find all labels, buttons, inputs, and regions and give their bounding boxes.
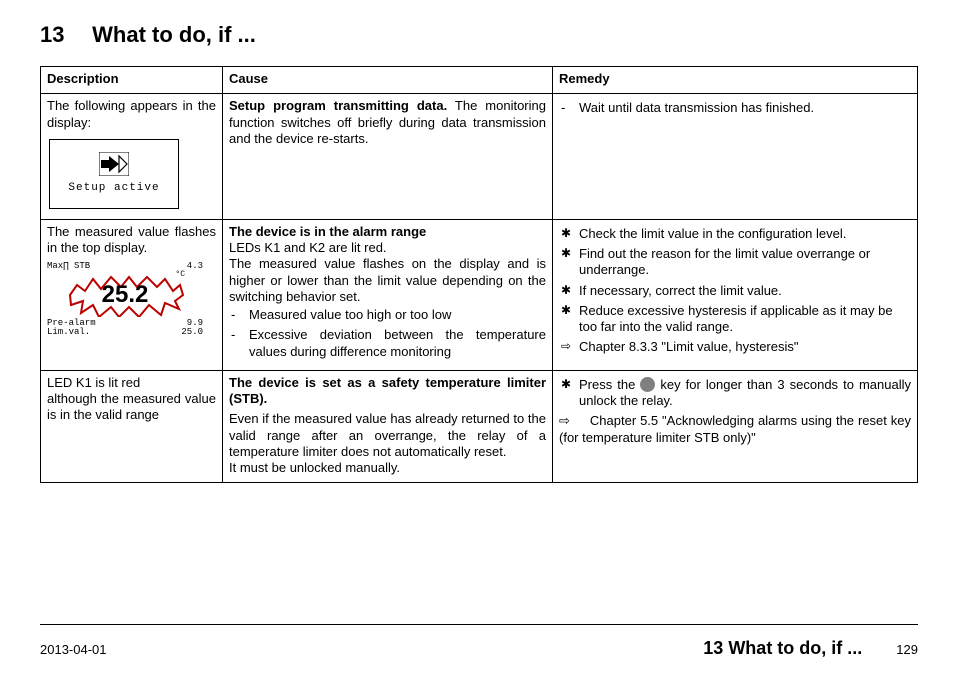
chapter-title: What to do, if ... <box>92 22 256 47</box>
remedy-pre: Press the <box>579 377 640 392</box>
table-row: The following appears in the display: Se… <box>41 94 918 220</box>
remedy-item: Find out the reason for the limit value … <box>579 246 911 279</box>
desc-text: The following appears in the display: <box>47 98 216 131</box>
cause-text: LEDs K1 and K2 are lit red. <box>229 240 546 256</box>
cell-remedy: Press the key for longer than 3 seconds … <box>553 370 918 483</box>
cell-cause: The device is in the alarm range LEDs K1… <box>223 219 553 370</box>
remedy-item: Check the limit value in the configurati… <box>579 226 911 242</box>
footer-title: 13 What to do, if ... <box>703 638 862 659</box>
th-remedy: Remedy <box>553 67 918 94</box>
cause-bold: The device is set as a safety temperatur… <box>229 375 546 408</box>
alarm-top-right: 4.3 <box>187 262 203 271</box>
cell-remedy: Check the limit value in the configurati… <box>553 219 918 370</box>
alarm-unit: °C <box>175 271 185 279</box>
footer-page: 129 <box>896 642 918 657</box>
cell-cause: The device is set as a safety temperatur… <box>223 370 553 483</box>
th-description: Description <box>41 67 223 94</box>
table-header-row: Description Cause Remedy <box>41 67 918 94</box>
table-row: The measured value flashes in the top di… <box>41 219 918 370</box>
display-alarm: Max∏ STB 4.3 25.2 °C Pre-alarm 9.9 Lim.v… <box>47 262 203 337</box>
alarm-line2-left: Lim.val. <box>47 328 90 337</box>
remedy-item: If necessary, correct the limit value. <box>579 283 911 299</box>
remedy-item: Wait until data transmission has finishe… <box>579 100 911 116</box>
alarm-line2-right: 25.0 <box>181 328 203 337</box>
cause-item: Excessive deviation between the temperat… <box>249 327 546 360</box>
cell-description: LED K1 is lit red although the measured … <box>41 370 223 483</box>
remedy-ref: Chapter 8.3.3 "Limit value, hysteresis" <box>579 339 911 355</box>
troubleshoot-table: Description Cause Remedy The following a… <box>40 66 918 483</box>
footer-rule <box>40 624 918 625</box>
table-row: LED K1 is lit red although the measured … <box>41 370 918 483</box>
alarm-value: 25.2 <box>65 273 185 317</box>
th-cause: Cause <box>223 67 553 94</box>
cell-cause: Setup program transmitting data. The mon… <box>223 94 553 220</box>
remedy-item: Reduce excessive hysteresis if applicabl… <box>579 303 911 336</box>
chapter-number: 13 <box>40 22 86 48</box>
remedy-item: Press the key for longer than 3 seconds … <box>579 377 911 410</box>
cell-description: The following appears in the display: Se… <box>41 94 223 220</box>
alarm-top-left: Max∏ STB <box>47 262 90 271</box>
cause-text: It must be unlocked manually. <box>229 460 546 476</box>
desc-text: LED K1 is lit red <box>47 375 216 391</box>
remedy-ref: ⇨Chapter 5.5 "Acknowledging alarms using… <box>559 413 911 446</box>
desc-text: although the measured value is in the va… <box>47 391 216 424</box>
transfer-arrow-icon <box>99 152 129 176</box>
cause-text: The measured value flashes on the displa… <box>229 256 546 305</box>
cause-bold: Setup program transmitting data. <box>229 98 447 113</box>
page-footer: 2013-04-01 13 What to do, if ... 129 <box>40 638 918 659</box>
arrow-icon: ⇨ <box>559 413 570 428</box>
display-setup-active: Setup active <box>49 139 179 209</box>
desc-text: The measured value flashes in the top di… <box>47 224 216 257</box>
footer-date: 2013-04-01 <box>40 642 107 657</box>
reset-key-icon <box>640 377 655 392</box>
setup-label: Setup active <box>68 182 159 196</box>
cause-text: Even if the measured value has already r… <box>229 411 546 460</box>
cause-item: Measured value too high or too low <box>249 307 546 323</box>
cause-bold: The device is in the alarm range <box>229 224 546 240</box>
cell-remedy: Wait until data transmission has finishe… <box>553 94 918 220</box>
page-title: 13 What to do, if ... <box>40 22 918 48</box>
cell-description: The measured value flashes in the top di… <box>41 219 223 370</box>
